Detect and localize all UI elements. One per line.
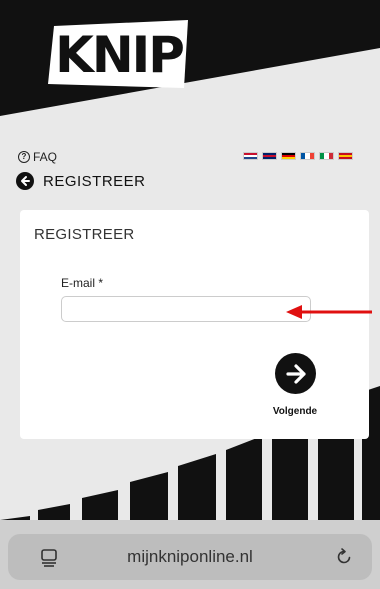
flag-nl-icon[interactable] (243, 152, 258, 160)
flag-de-icon[interactable] (281, 152, 296, 160)
help-circle-icon: ? (18, 151, 30, 163)
flag-fr-icon[interactable] (300, 152, 315, 160)
faq-link[interactable]: ? FAQ (18, 150, 57, 164)
logo-text: KNIP (55, 26, 185, 84)
next-label[interactable]: Volgende (265, 406, 325, 417)
annotation-arrow-icon (286, 305, 372, 319)
back-label: REGISTREER (43, 172, 146, 190)
back-button[interactable]: REGISTREER (16, 172, 146, 190)
registration-page: KNIP ? FAQ REGISTREER REGISTREER E-mail … (0, 0, 380, 589)
faq-label: FAQ (33, 150, 58, 164)
flag-es-icon[interactable] (338, 152, 353, 160)
browser-toolbar: mijnkniponline.nl (0, 520, 380, 589)
reload-icon[interactable] (334, 547, 354, 567)
arrow-right-icon (285, 363, 306, 384)
arrow-left-icon (16, 172, 34, 190)
email-input[interactable] (61, 296, 311, 322)
language-selector (243, 152, 353, 160)
card-title: REGISTREER (34, 226, 135, 243)
email-label: E-mail * (61, 276, 104, 290)
flag-it-icon[interactable] (319, 152, 334, 160)
registration-card: REGISTREER E-mail * Volgende (20, 210, 369, 439)
flag-en-icon[interactable] (262, 152, 277, 160)
url-text: mijnkniponline.nl (127, 547, 253, 566)
next-button[interactable] (275, 353, 316, 394)
address-bar[interactable]: mijnkniponline.nl (8, 534, 372, 580)
knip-logo[interactable]: KNIP (48, 18, 190, 92)
